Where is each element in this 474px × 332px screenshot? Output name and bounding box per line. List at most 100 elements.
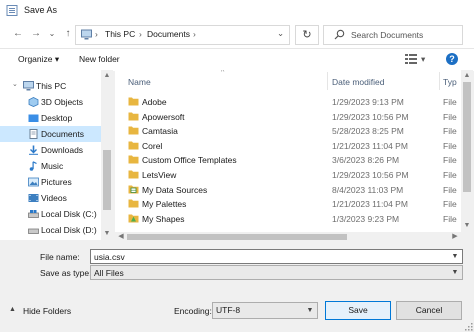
- file-row[interactable]: Custom Office Templates 3/6/2023 8:26 PM…: [115, 152, 461, 167]
- file-row[interactable]: Corel 1/21/2023 11:04 PM File: [115, 138, 461, 153]
- chevron-down-icon[interactable]: ▼: [450, 251, 460, 262]
- nav-item-downloads[interactable]: Downloads: [0, 142, 101, 158]
- save-button[interactable]: Save: [325, 301, 391, 320]
- up-arrow-icon[interactable]: ↑: [60, 26, 76, 42]
- folder-icon: [128, 170, 139, 179]
- nav-item-label: Documents: [41, 129, 84, 139]
- column-header-row: Name ^ Date modified Typ: [115, 70, 461, 92]
- nav-item-local-disk-d[interactable]: Local Disk (D:): [0, 222, 101, 238]
- nav-item-label: This PC: [36, 81, 67, 91]
- breadcrumb-this-pc[interactable]: This PC: [105, 29, 135, 39]
- search-input[interactable]: Search Documents: [323, 25, 463, 45]
- cancel-button[interactable]: Cancel: [396, 301, 462, 320]
- new-folder-button[interactable]: New folder: [79, 54, 120, 64]
- file-row[interactable]: Apowersoft 1/29/2023 10:56 PM File: [115, 109, 461, 124]
- scroll-left-arrow-icon[interactable]: ◀: [117, 233, 125, 241]
- forward-arrow-icon[interactable]: →: [28, 26, 44, 42]
- search-icon: [334, 29, 345, 40]
- nav-item-pictures[interactable]: Pictures: [0, 174, 101, 190]
- file-name-field[interactable]: usia.csv ▼: [90, 249, 463, 264]
- address-bar[interactable]: › This PC › Documents › ⌄: [75, 25, 290, 45]
- nav-item-videos[interactable]: Videos: [0, 190, 101, 206]
- column-divider[interactable]: [439, 72, 440, 90]
- scroll-up-arrow-icon[interactable]: ▲: [103, 72, 111, 80]
- file-name: Adobe: [142, 97, 167, 107]
- view-dropdown-icon[interactable]: ▾: [421, 54, 425, 65]
- save-as-type-value: All Files: [94, 268, 124, 278]
- address-row: ← → ⌄ ↑ › This PC › Documents › ⌄ ↻ Sear…: [0, 22, 474, 48]
- column-divider[interactable]: [327, 72, 328, 90]
- nav-pane-scrollbar[interactable]: ▲ ▼: [101, 70, 113, 240]
- scroll-down-arrow-icon[interactable]: ▼: [463, 222, 471, 230]
- nav-item-label: Pictures: [41, 177, 72, 187]
- scroll-up-arrow-icon[interactable]: ▲: [463, 72, 471, 80]
- nav-item-documents[interactable]: Documents: [0, 126, 101, 142]
- file-type: File: [443, 140, 457, 151]
- nav-item-music[interactable]: Music: [0, 158, 101, 174]
- organize-button[interactable]: Organize ▾: [18, 54, 59, 65]
- file-row[interactable]: My Data Sources 8/4/2023 11:03 PM File: [115, 182, 461, 197]
- picture-icon: [28, 177, 39, 187]
- file-type: File: [443, 97, 457, 107]
- folder-icon: [128, 155, 139, 164]
- column-header-type[interactable]: Typ: [443, 77, 457, 87]
- hide-folders-button[interactable]: Hide Folders: [23, 306, 71, 316]
- file-name: My Data Sources: [142, 184, 208, 195]
- resize-grip-icon[interactable]: [465, 323, 473, 331]
- help-icon[interactable]: ?: [446, 53, 458, 65]
- file-row[interactable]: Adobe 1/29/2023 9:13 PM File: [115, 94, 461, 109]
- file-list-vertical-scrollbar[interactable]: ▲ ▼: [461, 70, 473, 232]
- drive-icon: [28, 210, 39, 218]
- scrollbar-thumb[interactable]: [103, 150, 111, 210]
- scroll-down-arrow-icon[interactable]: ▼: [103, 230, 111, 238]
- scroll-right-arrow-icon[interactable]: ▶: [451, 233, 459, 241]
- file-type: File: [443, 170, 457, 180]
- refresh-icon[interactable]: ↻: [295, 25, 319, 45]
- file-row[interactable]: LetsView 1/29/2023 10:56 PM File: [115, 167, 461, 182]
- save-form: File name: usia.csv ▼ Save as type: All …: [0, 242, 474, 332]
- nav-item-desktop[interactable]: Desktop: [0, 110, 101, 126]
- column-header-date-modified[interactable]: Date modified: [332, 77, 384, 87]
- hide-folders-chevron-icon[interactable]: ▲: [9, 306, 16, 313]
- file-row[interactable]: Camtasia 5/28/2023 8:25 PM File: [115, 123, 461, 138]
- save-as-type-select[interactable]: All Files ▼: [90, 265, 463, 280]
- datasource-folder-icon: [128, 185, 139, 194]
- address-dropdown-chevron-icon[interactable]: ⌄: [277, 28, 284, 39]
- nav-item-label: Desktop: [41, 113, 73, 123]
- scrollbar-thumb[interactable]: [463, 82, 471, 192]
- breadcrumb-separator-icon: ›: [193, 29, 196, 39]
- file-list-horizontal-scrollbar[interactable]: ◀ ▶: [115, 232, 473, 242]
- file-name-label: File name:: [40, 252, 80, 262]
- nav-item-this-pc[interactable]: ⌄ This PC: [0, 78, 101, 94]
- file-date: 1/21/2023 11:04 PM: [332, 199, 408, 210]
- breadcrumb-documents[interactable]: Documents: [147, 29, 190, 39]
- view-options-icon[interactable]: [405, 54, 417, 64]
- file-type: File: [443, 155, 457, 166]
- recent-locations-chevron-icon[interactable]: ⌄: [44, 26, 60, 42]
- file-name: Apowersoft: [142, 111, 185, 122]
- file-type: File: [443, 111, 457, 122]
- back-arrow-icon[interactable]: ←: [10, 26, 26, 42]
- file-row[interactable]: My Shapes 1/3/2023 9:23 PM File: [115, 211, 461, 226]
- video-icon: [28, 194, 39, 202]
- column-header-name[interactable]: Name: [128, 77, 151, 87]
- nav-item-3d-objects[interactable]: 3D Objects: [0, 94, 101, 110]
- folder-icon: [128, 97, 139, 106]
- chevron-down-icon[interactable]: ▼: [450, 267, 460, 278]
- save-as-dialog: Save As ← → ⌄ ↑ › This PC › Documents › …: [0, 0, 474, 332]
- expand-chevron-icon[interactable]: ⌄: [12, 80, 18, 88]
- scrollbar-thumb[interactable]: [127, 234, 347, 240]
- document-icon: [29, 129, 38, 139]
- chevron-down-icon[interactable]: ▼: [305, 305, 315, 316]
- file-name: Camtasia: [142, 126, 178, 137]
- file-name-value: usia.csv: [94, 252, 125, 262]
- nav-item-local-disk-c[interactable]: Local Disk (C:): [0, 206, 101, 222]
- sort-ascending-icon: ^: [221, 70, 225, 76]
- encoding-select[interactable]: UTF-8 ▼: [212, 302, 318, 319]
- folder-icon: [128, 141, 139, 150]
- folder-icon: [128, 126, 139, 135]
- file-type: File: [443, 213, 457, 224]
- file-date: 1/3/2023 9:23 PM: [332, 213, 400, 224]
- file-row[interactable]: My Palettes 1/21/2023 11:04 PM File: [115, 196, 461, 211]
- file-name: Corel: [142, 140, 163, 151]
